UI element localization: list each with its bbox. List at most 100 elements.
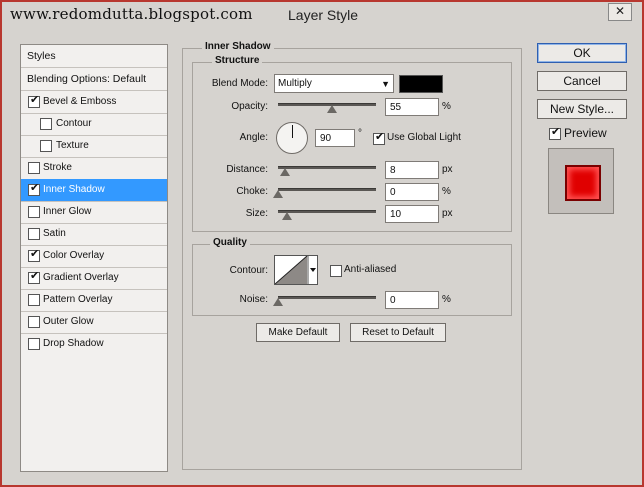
opacity-label: Opacity:: [231, 101, 268, 112]
pattern-overlay-label: Pattern Overlay: [43, 294, 113, 305]
preview-checkbox[interactable]: ✔: [549, 126, 561, 140]
drop-shadow-checkbox[interactable]: [28, 338, 40, 350]
blend-mode-select[interactable]: Multiply ▼: [274, 74, 394, 93]
bevel-emboss-label: Bevel & Emboss: [43, 96, 117, 107]
style-item-stroke[interactable]: Stroke: [21, 157, 167, 180]
outer-glow-checkbox[interactable]: [28, 316, 40, 328]
preview-swatch: [565, 165, 601, 201]
style-item-satin[interactable]: Satin: [21, 223, 167, 246]
pattern-overlay-checkbox[interactable]: [28, 294, 40, 306]
inner-shadow-title: Inner Shadow: [202, 41, 274, 52]
opacity-slider-thumb[interactable]: [327, 105, 337, 113]
angle-input[interactable]: 90: [315, 129, 355, 147]
angle-label: Angle:: [239, 132, 268, 143]
color-overlay-checkbox[interactable]: ✔: [28, 248, 40, 262]
angle-dial-hand: [292, 125, 293, 138]
style-item-inner-glow[interactable]: Inner Glow: [21, 201, 167, 224]
close-icon[interactable]: ✕: [608, 3, 632, 21]
style-item-pattern-overlay[interactable]: Pattern Overlay: [21, 289, 167, 312]
angle-dial[interactable]: [276, 122, 308, 154]
contour-curve-icon: [275, 256, 316, 284]
watermark-text: www.redomdutta.blogspot.com: [10, 5, 253, 23]
choke-unit: %: [442, 186, 451, 197]
shadow-color-swatch[interactable]: [399, 75, 443, 93]
inner-shadow-label: Inner Shadow: [43, 184, 105, 195]
style-preview-thumbnail: [548, 148, 614, 214]
size-input[interactable]: 10: [385, 205, 439, 223]
inner-glow-label: Inner Glow: [43, 206, 92, 217]
title-bar: www.redomdutta.blogspot.com Layer Style …: [2, 2, 642, 30]
ok-button[interactable]: OK: [537, 43, 627, 63]
size-unit: px: [442, 208, 453, 219]
distance-unit: px: [442, 164, 453, 175]
window-title: Layer Style: [288, 7, 359, 23]
blending-options-item[interactable]: Blending Options: Default: [21, 68, 167, 91]
quality-title: Quality: [210, 237, 250, 248]
choke-slider-thumb[interactable]: [273, 190, 283, 198]
stroke-label: Stroke: [43, 162, 72, 173]
style-item-color-overlay[interactable]: ✔ Color Overlay: [21, 245, 167, 268]
size-slider-track[interactable]: [278, 210, 376, 213]
check-mark-icon: ✔: [30, 270, 40, 282]
noise-unit: %: [442, 294, 451, 305]
gradient-overlay-label: Gradient Overlay: [43, 272, 119, 283]
gradient-overlay-checkbox[interactable]: ✔: [28, 270, 40, 284]
style-item-outer-glow[interactable]: Outer Glow: [21, 311, 167, 334]
distance-input[interactable]: 8: [385, 161, 439, 179]
anti-aliased-label: Anti-aliased: [344, 264, 397, 275]
color-overlay-label: Color Overlay: [43, 250, 105, 261]
outer-glow-label: Outer Glow: [43, 316, 94, 327]
check-mark-icon: ✔: [30, 94, 40, 106]
distance-slider-thumb[interactable]: [280, 168, 290, 176]
size-slider-thumb[interactable]: [282, 212, 292, 220]
chevron-down-icon: ▼: [381, 79, 390, 89]
choke-input[interactable]: 0: [385, 183, 439, 201]
distance-slider-track[interactable]: [278, 166, 376, 169]
use-global-light-checkbox[interactable]: ✔: [373, 131, 385, 145]
make-default-button[interactable]: Make Default: [256, 323, 340, 342]
blend-mode-label: Blend Mode:: [211, 78, 268, 89]
anti-aliased-checkbox[interactable]: [330, 265, 342, 277]
inner-glow-checkbox[interactable]: [28, 206, 40, 218]
check-mark-icon: ✔: [375, 131, 385, 143]
noise-input[interactable]: 0: [385, 291, 439, 309]
noise-label: Noise:: [239, 294, 268, 305]
contour-picker[interactable]: [274, 255, 318, 285]
styles-header[interactable]: Styles: [21, 45, 167, 68]
texture-label: Texture: [56, 140, 89, 151]
structure-title: Structure: [212, 55, 263, 66]
layer-style-dialog: www.redomdutta.blogspot.com Layer Style …: [0, 0, 644, 487]
choke-slider-track[interactable]: [278, 188, 376, 191]
quality-group: [192, 244, 512, 316]
angle-unit: °: [358, 128, 362, 139]
satin-checkbox[interactable]: [28, 228, 40, 240]
style-item-inner-shadow[interactable]: ✔ Inner Shadow: [21, 179, 167, 202]
style-item-texture[interactable]: Texture: [21, 135, 167, 158]
noise-slider-track[interactable]: [278, 296, 376, 299]
style-item-contour[interactable]: Contour: [21, 113, 167, 136]
size-label: Size:: [245, 208, 268, 219]
cancel-button[interactable]: Cancel: [537, 71, 627, 91]
new-style-button[interactable]: New Style...: [537, 99, 627, 119]
styles-header-label: Styles: [27, 50, 56, 62]
contour-label: Contour:: [229, 265, 268, 276]
style-item-bevel-emboss[interactable]: ✔ Bevel & Emboss: [21, 91, 167, 114]
blend-mode-value: Multiply: [278, 78, 312, 89]
bevel-emboss-checkbox[interactable]: ✔: [28, 94, 40, 108]
noise-slider-thumb[interactable]: [273, 298, 283, 306]
contour-label: Contour: [56, 118, 92, 129]
check-mark-icon: ✔: [30, 182, 40, 194]
reset-to-default-button[interactable]: Reset to Default: [350, 323, 446, 342]
style-item-drop-shadow[interactable]: Drop Shadow: [21, 333, 167, 355]
satin-label: Satin: [43, 228, 66, 239]
contour-checkbox[interactable]: [40, 118, 52, 130]
styles-list-panel: Styles Blending Options: Default ✔ Bevel…: [20, 44, 168, 472]
opacity-input[interactable]: 55: [385, 98, 439, 116]
stroke-checkbox[interactable]: [28, 162, 40, 174]
texture-checkbox[interactable]: [40, 140, 52, 152]
style-item-gradient-overlay[interactable]: ✔ Gradient Overlay: [21, 267, 167, 290]
opacity-unit: %: [442, 101, 451, 112]
inner-shadow-checkbox[interactable]: ✔: [28, 182, 40, 196]
check-mark-icon: ✔: [551, 126, 561, 138]
choke-label: Choke:: [236, 186, 268, 197]
